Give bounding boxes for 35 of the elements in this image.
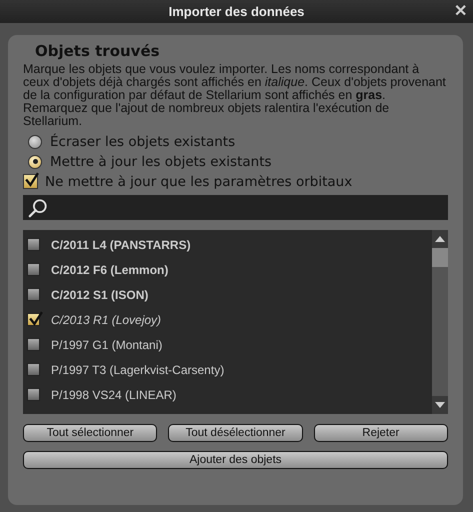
action-button[interactable]: Tout désélectionner	[168, 424, 303, 442]
object-name[interactable]: P/1997 T3 (Lagerkvist-Carsenty)	[51, 362, 224, 376]
radio-button[interactable]	[28, 134, 42, 148]
object-name[interactable]: P/1997 G1 (Montani)	[51, 338, 162, 352]
description-text: Remarquez que l'ajout de nombreux objets ralentira l'exécution de Stellarium.	[23, 102, 390, 128]
scroll-up-icon[interactable]	[435, 236, 445, 242]
scrollbar[interactable]	[432, 230, 448, 414]
radio-button[interactable]	[28, 154, 42, 168]
checkbox[interactable]	[27, 313, 40, 326]
action-button[interactable]: Tout sélectionner	[23, 424, 158, 442]
close-button[interactable]: ✕	[452, 2, 469, 21]
object-name[interactable]: P/1998 VS24 (LINEAR)	[51, 388, 176, 402]
checkbox[interactable]	[27, 338, 40, 351]
object-name[interactable]: C/2012 S1 (ISON)	[51, 288, 148, 302]
checkbox[interactable]	[27, 238, 40, 251]
checkbox[interactable]	[23, 174, 38, 189]
search-icon	[28, 198, 48, 218]
scroll-thumb[interactable]	[432, 248, 448, 267]
option-label: Mettre à jour les objets existants	[50, 154, 272, 170]
scroll-down-icon[interactable]	[435, 402, 445, 408]
window-title: Importer des données	[168, 4, 304, 19]
search-field[interactable]	[23, 195, 448, 220]
object-name[interactable]: C/2012 F6 (Lemmon)	[51, 262, 168, 276]
checkbox[interactable]	[27, 263, 40, 276]
option-label: Ne mettre à jour que les paramètres orbitaux	[45, 174, 352, 190]
add-objects-button[interactable]: Ajouter des objets	[23, 451, 448, 469]
object-name[interactable]: C/2013 R1 (Lovejoy)	[51, 312, 162, 326]
checkbox[interactable]	[27, 363, 40, 376]
object-name[interactable]: C/2011 L4 (PANSTARRS)	[51, 238, 191, 252]
action-button[interactable]: Rejeter	[314, 424, 448, 442]
option-label: Écraser les objets existants	[50, 134, 236, 150]
section-heading: Objets trouvés	[35, 42, 161, 60]
checkbox[interactable]	[27, 388, 40, 401]
checkbox[interactable]	[27, 288, 40, 301]
description-text: Marque les objets que vous voulez importer. Les noms correspondant à ceux d'objets déjà chargés sont affichés en italique. Ceux d'objets provenant de la configuration par défaut de Stellarium sont affichés en gras.	[23, 63, 447, 102]
